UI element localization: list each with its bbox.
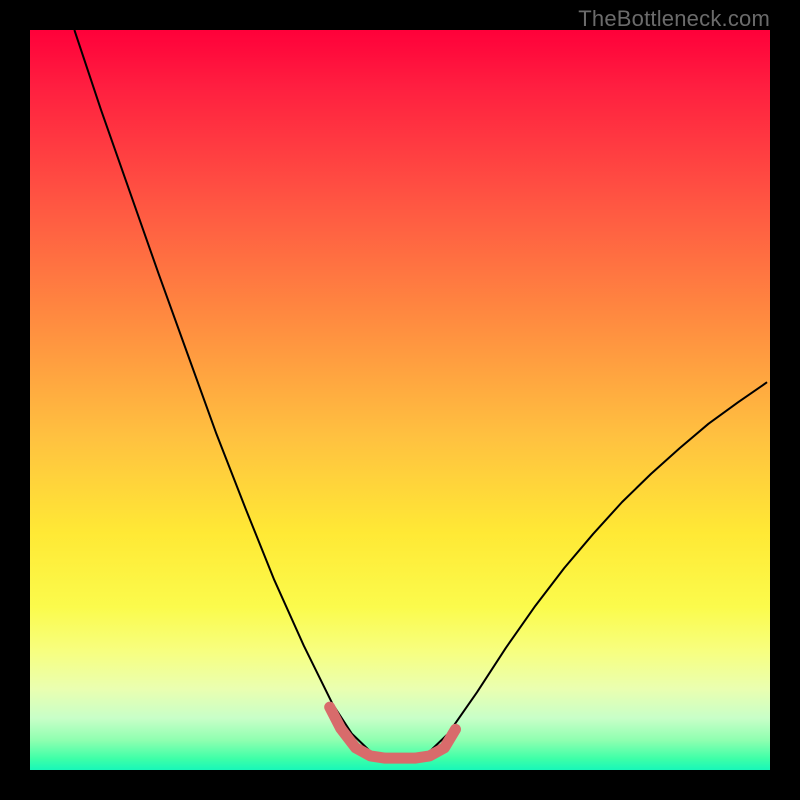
highlight-band [330, 707, 456, 758]
bottleneck-curve [74, 30, 767, 758]
plot-area [30, 30, 770, 770]
chart-container: TheBottleneck.com [0, 0, 800, 800]
chart-svg [30, 30, 770, 770]
watermark-text: TheBottleneck.com [578, 6, 770, 32]
